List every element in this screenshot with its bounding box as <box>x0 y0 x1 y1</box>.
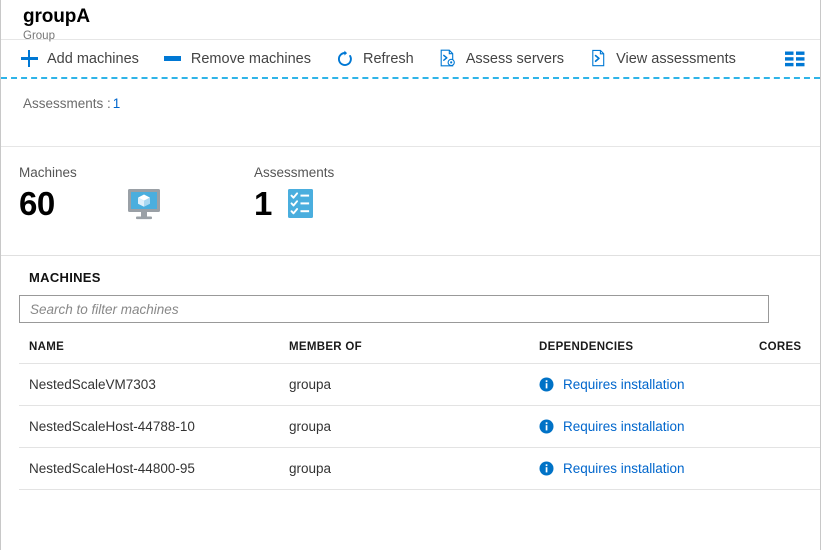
page-title: groupA <box>23 6 90 27</box>
table-row[interactable]: NestedScaleVM7303 groupa Requires instal… <box>19 363 820 406</box>
plus-icon <box>19 49 39 69</box>
view-assessments-label: View assessments <box>616 50 736 67</box>
cell-name: NestedScaleHost-44788-10 <box>19 405 279 448</box>
table-row[interactable]: NestedScaleHost-44788-10 groupa Requires… <box>19 405 820 448</box>
cell-dependencies: Requires installation <box>529 363 749 406</box>
view-assessments-button[interactable]: View assessments <box>588 40 736 77</box>
machines-table: NAME MEMBER OF DEPENDENCIES CORES Nested… <box>19 335 820 490</box>
assessments-filter-value[interactable]: 1 <box>113 96 121 111</box>
column-header-cores[interactable]: CORES <box>749 335 820 364</box>
metric-assessments: Assessments 1 <box>254 165 334 255</box>
cell-cores: 1 <box>749 447 820 490</box>
view-assessments-icon <box>588 49 608 69</box>
metric-machines-label: Machines <box>19 165 77 180</box>
metric-machines-value: 60 <box>19 185 55 222</box>
minus-icon <box>163 49 183 69</box>
metric-tiles: Machines 60 Assessments 1 <box>1 147 820 255</box>
table-header-row: NAME MEMBER OF DEPENDENCIES CORES <box>19 335 820 364</box>
refresh-icon <box>335 49 355 69</box>
columns-grid-icon[interactable] <box>784 50 806 67</box>
filter-summary-bar: Assessments :1 <box>1 79 820 147</box>
cell-dependencies: Requires installation <box>529 405 749 448</box>
table-row[interactable]: NestedScaleHost-44800-95 groupa Requires… <box>19 447 820 490</box>
cell-cores: 1 <box>749 405 820 448</box>
column-header-dependencies[interactable]: DEPENDENCIES <box>529 335 749 364</box>
assess-servers-icon <box>438 49 458 69</box>
cell-name: NestedScaleVM7303 <box>19 363 279 406</box>
cell-dependencies: Requires installation <box>529 447 749 490</box>
metric-assessments-label: Assessments <box>254 165 335 180</box>
server-monitor-icon <box>125 185 163 223</box>
column-header-member-of[interactable]: MEMBER OF <box>279 335 529 364</box>
machines-section-title: MACHINES <box>29 270 101 285</box>
metric-assessments-value: 1 <box>254 185 272 222</box>
add-machines-label: Add machines <box>47 50 139 67</box>
cell-name: NestedScaleHost-44800-95 <box>19 447 279 490</box>
metric-machines: Machines 60 <box>19 165 254 255</box>
command-toolbar: Add machines Remove machines Refresh Ass… <box>1 40 820 79</box>
refresh-button[interactable]: Refresh <box>335 40 414 77</box>
info-icon <box>539 377 554 392</box>
checklist-icon <box>286 187 316 221</box>
cell-member-of: groupa <box>279 447 529 490</box>
cell-member-of: groupa <box>279 363 529 406</box>
blade-header: groupA Group <box>1 0 820 42</box>
refresh-label: Refresh <box>362 50 414 67</box>
column-header-name[interactable]: NAME <box>19 335 279 364</box>
dependencies-link[interactable]: Requires installation <box>563 419 685 434</box>
dependencies-link[interactable]: Requires installation <box>563 377 685 392</box>
group-detail-blade: groupA Group Add machines Remove machine… <box>0 0 821 550</box>
assess-servers-label: Assess servers <box>465 50 565 67</box>
dependencies-link[interactable]: Requires installation <box>563 461 685 476</box>
info-icon <box>539 419 554 434</box>
info-icon <box>539 461 554 476</box>
cell-member-of: groupa <box>279 405 529 448</box>
remove-machines-button[interactable]: Remove machines <box>163 40 311 77</box>
add-machines-button[interactable]: Add machines <box>19 40 139 77</box>
assessments-filter-label: Assessments : <box>23 96 111 111</box>
search-input[interactable] <box>19 295 769 323</box>
assess-servers-button[interactable]: Assess servers <box>438 40 564 77</box>
remove-machines-label: Remove machines <box>190 50 311 67</box>
machines-section: MACHINES NAME MEMBER OF DEPENDENCIES COR… <box>1 255 820 490</box>
cell-cores: 1 <box>749 363 820 406</box>
